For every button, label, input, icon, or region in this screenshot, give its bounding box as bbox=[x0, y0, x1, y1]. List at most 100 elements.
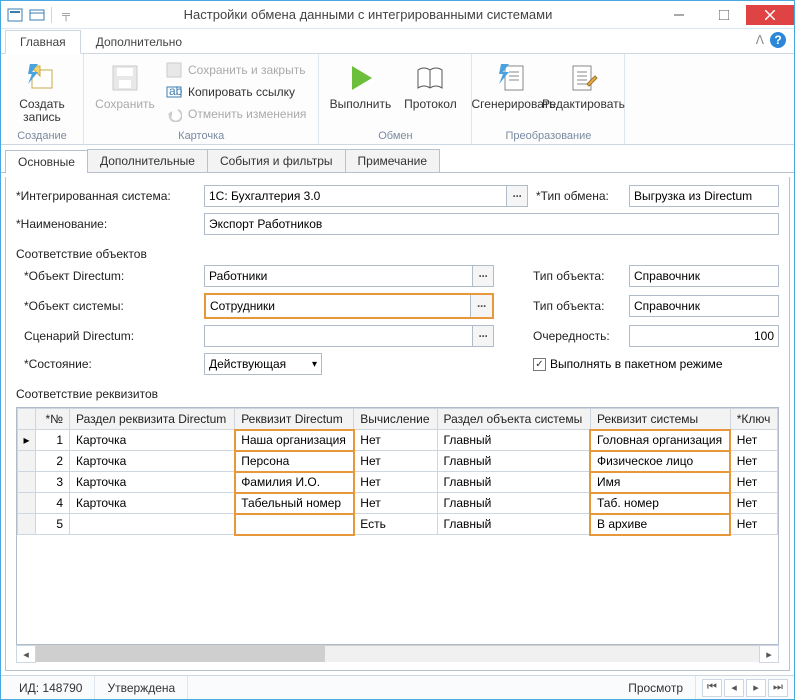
cell-calc[interactable]: Нет bbox=[354, 451, 437, 472]
cell-req-directum[interactable]: Наша организация bbox=[235, 430, 354, 451]
nav-prev-button[interactable]: ◂ bbox=[724, 679, 744, 697]
ribbon-collapse-icon[interactable]: ᐱ bbox=[756, 33, 764, 47]
directum-scenario-field[interactable] bbox=[204, 325, 472, 347]
cell-key[interactable]: Нет bbox=[730, 451, 777, 472]
cell-sys-section[interactable]: Главный bbox=[437, 472, 590, 493]
maximize-button[interactable] bbox=[701, 5, 746, 25]
integrated-system-field[interactable]: 1С: Бухгалтерия 3.0 bbox=[204, 185, 506, 207]
cell-req-directum[interactable]: Табельный номер bbox=[235, 493, 354, 514]
cell-sys-req[interactable]: Головная организация bbox=[590, 430, 730, 451]
req-table: *№ Раздел реквизита Directum Реквизит Di… bbox=[17, 408, 778, 535]
cell-req-directum[interactable] bbox=[235, 514, 354, 535]
table-row[interactable]: 4КарточкаТабельный номерНетГлавныйТаб. н… bbox=[18, 493, 778, 514]
execute-button[interactable]: Выполнить bbox=[325, 58, 395, 115]
scroll-right-button[interactable]: ▸ bbox=[759, 645, 779, 663]
window-title: Настройки обмена данными с интегрированн… bbox=[80, 7, 656, 22]
col-req-directum[interactable]: Реквизит Directum bbox=[235, 409, 354, 430]
cell-num[interactable]: 5 bbox=[36, 514, 70, 535]
cell-calc[interactable]: Нет bbox=[354, 430, 437, 451]
cell-key[interactable]: Нет bbox=[730, 514, 777, 535]
table-row[interactable]: 5 ЕстьГлавныйВ архивеНет bbox=[18, 514, 778, 535]
integrated-system-lookup-button[interactable]: ··· bbox=[506, 185, 528, 207]
ribbon-tab-main[interactable]: Главная bbox=[5, 30, 81, 54]
save-button[interactable]: Сохранить bbox=[90, 58, 160, 115]
cell-num[interactable]: 4 bbox=[36, 493, 70, 514]
cell-section[interactable] bbox=[70, 514, 235, 535]
cell-sys-section[interactable]: Главный bbox=[437, 493, 590, 514]
help-icon[interactable]: ? bbox=[770, 32, 786, 48]
ribbon-group-creation: Создать запись Создание bbox=[1, 54, 84, 144]
play-icon bbox=[344, 62, 376, 94]
cell-key[interactable]: Нет bbox=[730, 493, 777, 514]
cell-sys-section[interactable]: Главный bbox=[437, 514, 590, 535]
table-row[interactable]: 2КарточкаПерсонаНетГлавныйФизическое лиц… bbox=[18, 451, 778, 472]
cell-sys-section[interactable]: Главный bbox=[437, 451, 590, 472]
nav-last-button[interactable]: ⏭ bbox=[768, 679, 788, 697]
scroll-left-button[interactable]: ◂ bbox=[16, 645, 36, 663]
qat-card-icon[interactable] bbox=[29, 7, 45, 23]
system-object-lookup-button[interactable]: ··· bbox=[470, 295, 492, 317]
close-button[interactable] bbox=[746, 5, 794, 25]
page-tab-main[interactable]: Основные bbox=[5, 150, 88, 173]
cell-sys-req[interactable]: Таб. номер bbox=[590, 493, 730, 514]
cell-section[interactable]: Карточка bbox=[70, 472, 235, 493]
cell-key[interactable]: Нет bbox=[730, 472, 777, 493]
table-row[interactable]: 3КарточкаФамилия И.О.НетГлавныйИмяНет bbox=[18, 472, 778, 493]
save-close-button[interactable]: Сохранить и закрыть bbox=[164, 60, 308, 80]
directum-scenario-lookup-button[interactable]: ··· bbox=[472, 325, 494, 347]
cell-req-directum[interactable]: Фамилия И.О. bbox=[235, 472, 354, 493]
page-tab-note[interactable]: Примечание bbox=[345, 149, 440, 172]
name-label: *Наименование: bbox=[16, 217, 196, 231]
directum-object-field[interactable]: Работники bbox=[204, 265, 472, 287]
page-tab-events[interactable]: События и фильтры bbox=[207, 149, 346, 172]
ribbon-body: Создать запись Создание Сохранить Сохран… bbox=[1, 53, 794, 145]
qat-dropdown-icon[interactable]: ╤ bbox=[58, 7, 74, 23]
cell-num[interactable]: 3 bbox=[36, 472, 70, 493]
col-sys-req[interactable]: Реквизит системы bbox=[590, 409, 730, 430]
minimize-button[interactable] bbox=[656, 5, 701, 25]
edit-button[interactable]: Редактировать bbox=[548, 58, 618, 115]
horizontal-scrollbar[interactable]: ◂ ▸ bbox=[16, 645, 779, 662]
generate-button[interactable]: Сгенерировать bbox=[478, 58, 548, 115]
cell-sys-req[interactable]: Физическое лицо bbox=[590, 451, 730, 472]
cell-calc[interactable]: Нет bbox=[354, 472, 437, 493]
object-type2-field[interactable]: Справочник bbox=[629, 295, 779, 317]
cell-section[interactable]: Карточка bbox=[70, 451, 235, 472]
cancel-changes-button[interactable]: Отменить изменения bbox=[164, 104, 308, 124]
col-sys-section[interactable]: Раздел объекта системы bbox=[437, 409, 590, 430]
ribbon-tab-extra[interactable]: Дополнительно bbox=[81, 30, 197, 53]
col-calc[interactable]: Вычисление bbox=[354, 409, 437, 430]
table-row[interactable]: ▸1КарточкаНаша организацияНетГлавныйГоло… bbox=[18, 430, 778, 451]
cell-key[interactable]: Нет bbox=[730, 430, 777, 451]
page-tab-extra[interactable]: Дополнительные bbox=[87, 149, 208, 172]
cell-calc[interactable]: Есть bbox=[354, 514, 437, 535]
cell-req-directum[interactable]: Персона bbox=[235, 451, 354, 472]
object-type1-field[interactable]: Справочник bbox=[629, 265, 779, 287]
chevron-down-icon: ▾ bbox=[312, 359, 317, 370]
system-object-field[interactable]: Сотрудники bbox=[206, 295, 470, 317]
cell-sys-req[interactable]: Имя bbox=[590, 472, 730, 493]
exchange-type-field[interactable]: Выгрузка из Directum bbox=[629, 185, 779, 207]
cell-calc[interactable]: Нет bbox=[354, 493, 437, 514]
cell-section[interactable]: Карточка bbox=[70, 430, 235, 451]
col-num[interactable]: *№ bbox=[36, 409, 70, 430]
name-field[interactable]: Экспорт Работников bbox=[204, 213, 779, 235]
copy-link-button[interactable]: abcКопировать ссылку bbox=[164, 82, 308, 102]
create-record-button[interactable]: Создать запись bbox=[7, 58, 77, 128]
nav-next-button[interactable]: ▸ bbox=[746, 679, 766, 697]
req-table-wrap[interactable]: *№ Раздел реквизита Directum Реквизит Di… bbox=[16, 407, 779, 645]
cell-section[interactable]: Карточка bbox=[70, 493, 235, 514]
batch-mode-checkbox[interactable]: ✓ Выполнять в пакетном режиме bbox=[533, 357, 779, 371]
cell-num[interactable]: 1 bbox=[36, 430, 70, 451]
cell-num[interactable]: 2 bbox=[36, 451, 70, 472]
cell-sys-section[interactable]: Главный bbox=[437, 430, 590, 451]
svg-text:abc: abc bbox=[169, 84, 182, 98]
state-select[interactable]: Действующая ▾ bbox=[204, 353, 322, 375]
col-section[interactable]: Раздел реквизита Directum bbox=[70, 409, 235, 430]
directum-object-lookup-button[interactable]: ··· bbox=[472, 265, 494, 287]
order-field[interactable]: 100 bbox=[629, 325, 779, 347]
col-key[interactable]: *Ключ bbox=[730, 409, 777, 430]
cell-sys-req[interactable]: В архиве bbox=[590, 514, 730, 535]
protocol-button[interactable]: Протокол bbox=[395, 58, 465, 115]
nav-first-button[interactable]: ⏮ bbox=[702, 679, 722, 697]
